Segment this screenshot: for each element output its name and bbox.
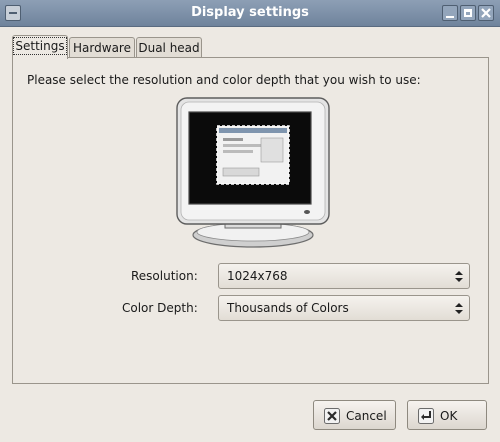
cancel-button[interactable]: Cancel (313, 400, 396, 430)
up-down-arrows-icon (455, 303, 463, 314)
minimize-button[interactable] (442, 5, 458, 21)
title-bar: Display settings (0, 0, 500, 27)
tab-dual-head-label: Dual head (138, 41, 200, 55)
instruction-text: Please select the resolution and color d… (27, 73, 421, 87)
maximize-button[interactable] (460, 5, 476, 21)
tab-dual-head[interactable]: Dual head (136, 37, 202, 58)
monitor-icon (176, 97, 330, 248)
cancel-button-label: Cancel (346, 409, 387, 423)
resolution-select[interactable]: 1024x768 (218, 263, 470, 289)
tab-hardware[interactable]: Hardware (69, 37, 135, 58)
settings-panel: Please select the resolution and color d… (12, 57, 489, 384)
close-button[interactable] (478, 5, 494, 21)
color-depth-value: Thousands of Colors (227, 301, 349, 315)
cancel-x-icon (324, 408, 340, 424)
close-icon (481, 8, 491, 18)
ok-button[interactable]: OK (407, 400, 487, 430)
resolution-label: Resolution: (131, 269, 198, 283)
window-title: Display settings (191, 5, 309, 20)
tab-hardware-label: Hardware (73, 41, 131, 55)
color-depth-label: Color Depth: (122, 301, 198, 315)
tab-settings[interactable]: Settings (12, 35, 68, 59)
up-down-arrows-icon (455, 271, 463, 282)
ok-enter-icon (418, 408, 434, 424)
tab-settings-label: Settings (13, 37, 67, 55)
display-settings-window: Display settings Settings Hardware Dual … (0, 0, 500, 442)
color-depth-select[interactable]: Thousands of Colors (218, 295, 470, 321)
resolution-value: 1024x768 (227, 269, 288, 283)
ok-button-label: OK (440, 409, 458, 423)
